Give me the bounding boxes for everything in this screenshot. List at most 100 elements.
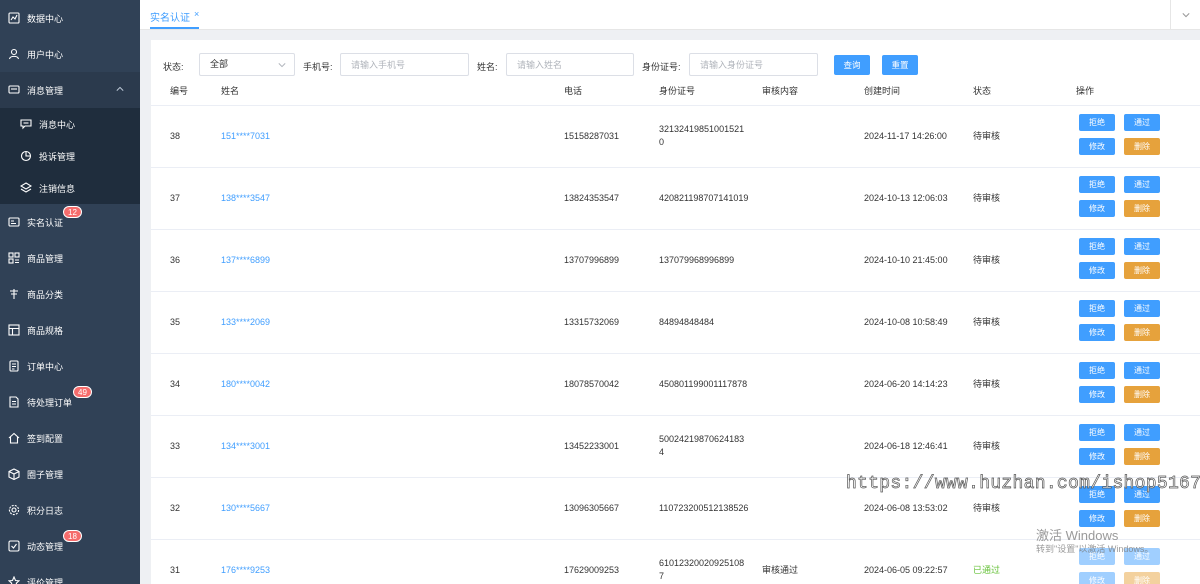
id-card-icon xyxy=(8,216,20,228)
edit-button[interactable]: 修改 xyxy=(1079,262,1115,279)
sidebar-item-label: 商品规格 xyxy=(27,325,64,336)
sidebar-item-3[interactable]: 消息中心 xyxy=(0,108,140,140)
sidebar-item-2[interactable]: 消息管理 xyxy=(0,72,140,108)
delete-button[interactable]: 删除 xyxy=(1124,324,1160,341)
settings-icon xyxy=(8,504,20,516)
sidebar-item-label: 消息中心 xyxy=(39,119,76,130)
row-name-link[interactable]: 134****3001 xyxy=(221,440,270,453)
row-id: 31 xyxy=(170,565,181,575)
sidebar-item-1[interactable]: 用户中心 xyxy=(0,36,140,72)
row-status: 待审核 xyxy=(973,193,1001,203)
sidebar-item-9[interactable]: 商品规格 xyxy=(0,312,140,348)
search-button[interactable]: 查询 xyxy=(834,55,870,75)
sidebar-item-12[interactable]: 签到配置 xyxy=(0,420,140,456)
tab-real-name-auth[interactable]: 实名认证 × xyxy=(150,9,200,29)
table-row: 37 138****3547 13824353547 2024-10-13 12:06… xyxy=(151,167,1200,229)
sidebar-item-10[interactable]: 订单中心 xyxy=(0,348,140,384)
id-card-input[interactable] xyxy=(700,54,817,75)
row-id: 35 xyxy=(170,317,181,327)
row-name-link[interactable]: 176****9253 xyxy=(221,564,270,577)
edit-button[interactable]: 修改 xyxy=(1079,138,1115,155)
row-created: 2024-06-20 14:14:23 xyxy=(864,379,948,389)
sidebar-item-8[interactable]: 商品分类 xyxy=(0,276,140,312)
edit-button[interactable]: 修改 xyxy=(1079,448,1115,465)
row-review: 审核通过 xyxy=(762,565,799,575)
row-status: 待审核 xyxy=(973,441,1001,451)
sidebar-item-7[interactable]: 商品管理 xyxy=(0,240,140,276)
row-name-link[interactable]: 133****2069 xyxy=(221,316,270,329)
box-icon xyxy=(8,468,20,480)
pass-button[interactable]: 通过 xyxy=(1124,114,1160,131)
sidebar-item-0[interactable]: 数据中心 xyxy=(0,0,140,36)
sidebar-item-label: 待处理订单 xyxy=(27,397,73,408)
row-created: 2024-11-17 14:26:00 xyxy=(864,131,947,141)
windows-activation-subtitle: 转到"设置"以激活 Windows。 xyxy=(1036,544,1154,554)
col-id: 编号 xyxy=(170,86,189,96)
delete-button[interactable]: 删除 xyxy=(1124,386,1160,403)
row-created: 2024-06-08 13:53:02 xyxy=(864,503,948,513)
row-id-card: 84894848484 xyxy=(659,317,715,327)
name-input-wrapper xyxy=(506,53,634,76)
delete-button[interactable]: 删除 xyxy=(1124,510,1160,527)
content-card: 状态: 全部 手机号: 姓名: 身份证号: 查询 重置 编号 姓名 电话 身份证… xyxy=(151,40,1200,584)
tabs-menu-button[interactable] xyxy=(1170,0,1200,30)
spec-icon xyxy=(8,324,20,336)
reject-button[interactable]: 拒绝 xyxy=(1079,300,1115,317)
pass-button[interactable]: 通过 xyxy=(1124,238,1160,255)
user-icon xyxy=(8,48,20,60)
edit-button[interactable]: 修改 xyxy=(1079,386,1115,403)
reject-button[interactable]: 拒绝 xyxy=(1079,238,1115,255)
sidebar-item-6[interactable]: 实名认证 12 xyxy=(0,204,140,240)
table-row: 34 180****0042 18078570042 2024-06-20 14:14… xyxy=(151,353,1200,415)
delete-button[interactable]: 删除 xyxy=(1124,138,1160,155)
status-select-value: 全部 xyxy=(210,59,229,69)
phone-input[interactable] xyxy=(351,54,468,75)
reject-button[interactable]: 拒绝 xyxy=(1079,176,1115,193)
table-header: 编号 姓名 电话 身份证号 审核内容 创建时间 状态 操作 xyxy=(151,84,1200,102)
tabs-bar: 实名认证 × xyxy=(140,0,1200,30)
sidebar-item-label: 积分日志 xyxy=(27,505,64,516)
delete-button[interactable]: 删除 xyxy=(1124,200,1160,217)
pass-button[interactable]: 通过 xyxy=(1124,300,1160,317)
delete-button[interactable]: 删除 xyxy=(1124,572,1160,584)
layers-icon xyxy=(20,182,32,194)
edit-button[interactable]: 修改 xyxy=(1079,324,1115,341)
delete-button[interactable]: 删除 xyxy=(1124,448,1160,465)
row-created: 2024-10-10 21:45:00 xyxy=(864,255,948,265)
check-square-icon xyxy=(8,540,20,552)
sidebar-item-14[interactable]: 积分日志 xyxy=(0,492,140,528)
edit-button[interactable]: 修改 xyxy=(1079,572,1115,584)
pass-button[interactable]: 通过 xyxy=(1124,176,1160,193)
sidebar-item-5[interactable]: 注销信息 xyxy=(0,172,140,204)
sidebar-item-4[interactable]: 投诉管理 xyxy=(0,140,140,172)
delete-button[interactable]: 删除 xyxy=(1124,262,1160,279)
pass-button[interactable]: 通过 xyxy=(1124,424,1160,441)
close-icon[interactable]: × xyxy=(194,9,199,19)
row-name-link[interactable]: 130****5667 xyxy=(221,502,270,515)
row-id-card: 450801199001117878 xyxy=(659,379,748,389)
reject-button[interactable]: 拒绝 xyxy=(1079,424,1115,441)
name-input[interactable] xyxy=(517,54,633,75)
row-name-link[interactable]: 137****6899 xyxy=(221,254,270,267)
sidebar-item-13[interactable]: 圈子管理 xyxy=(0,456,140,492)
edit-button[interactable]: 修改 xyxy=(1079,200,1115,217)
sidebar-item-label: 订单中心 xyxy=(27,361,64,372)
row-id-card: 4 xyxy=(659,447,665,457)
row-name-link[interactable]: 180****0042 xyxy=(221,378,270,391)
table-row: 33 134****3001 13452233001 2024-06-18 12:46… xyxy=(151,415,1200,477)
pass-button[interactable]: 通过 xyxy=(1124,362,1160,379)
status-select[interactable]: 全部 xyxy=(199,53,295,76)
sidebar-item-16[interactable]: 评价管理 xyxy=(0,564,140,584)
row-name-link[interactable]: 151****7031 xyxy=(221,130,270,143)
reset-button[interactable]: 重置 xyxy=(882,55,918,75)
row-id-card: 420821198707141019 xyxy=(659,193,749,203)
sidebar-item-15[interactable]: 动态管理 18 xyxy=(0,528,140,564)
sidebar-item-label: 评价管理 xyxy=(27,577,64,584)
reject-button[interactable]: 拒绝 xyxy=(1079,114,1115,131)
reject-button[interactable]: 拒绝 xyxy=(1079,362,1115,379)
sidebar-item-11[interactable]: 待处理订单 49 xyxy=(0,384,140,420)
status-label: 状态: xyxy=(163,62,184,72)
tab-label: 实名认证 xyxy=(150,13,190,24)
row-name-link[interactable]: 138****3547 xyxy=(221,192,270,205)
row-phone: 13096305667 xyxy=(564,503,620,513)
